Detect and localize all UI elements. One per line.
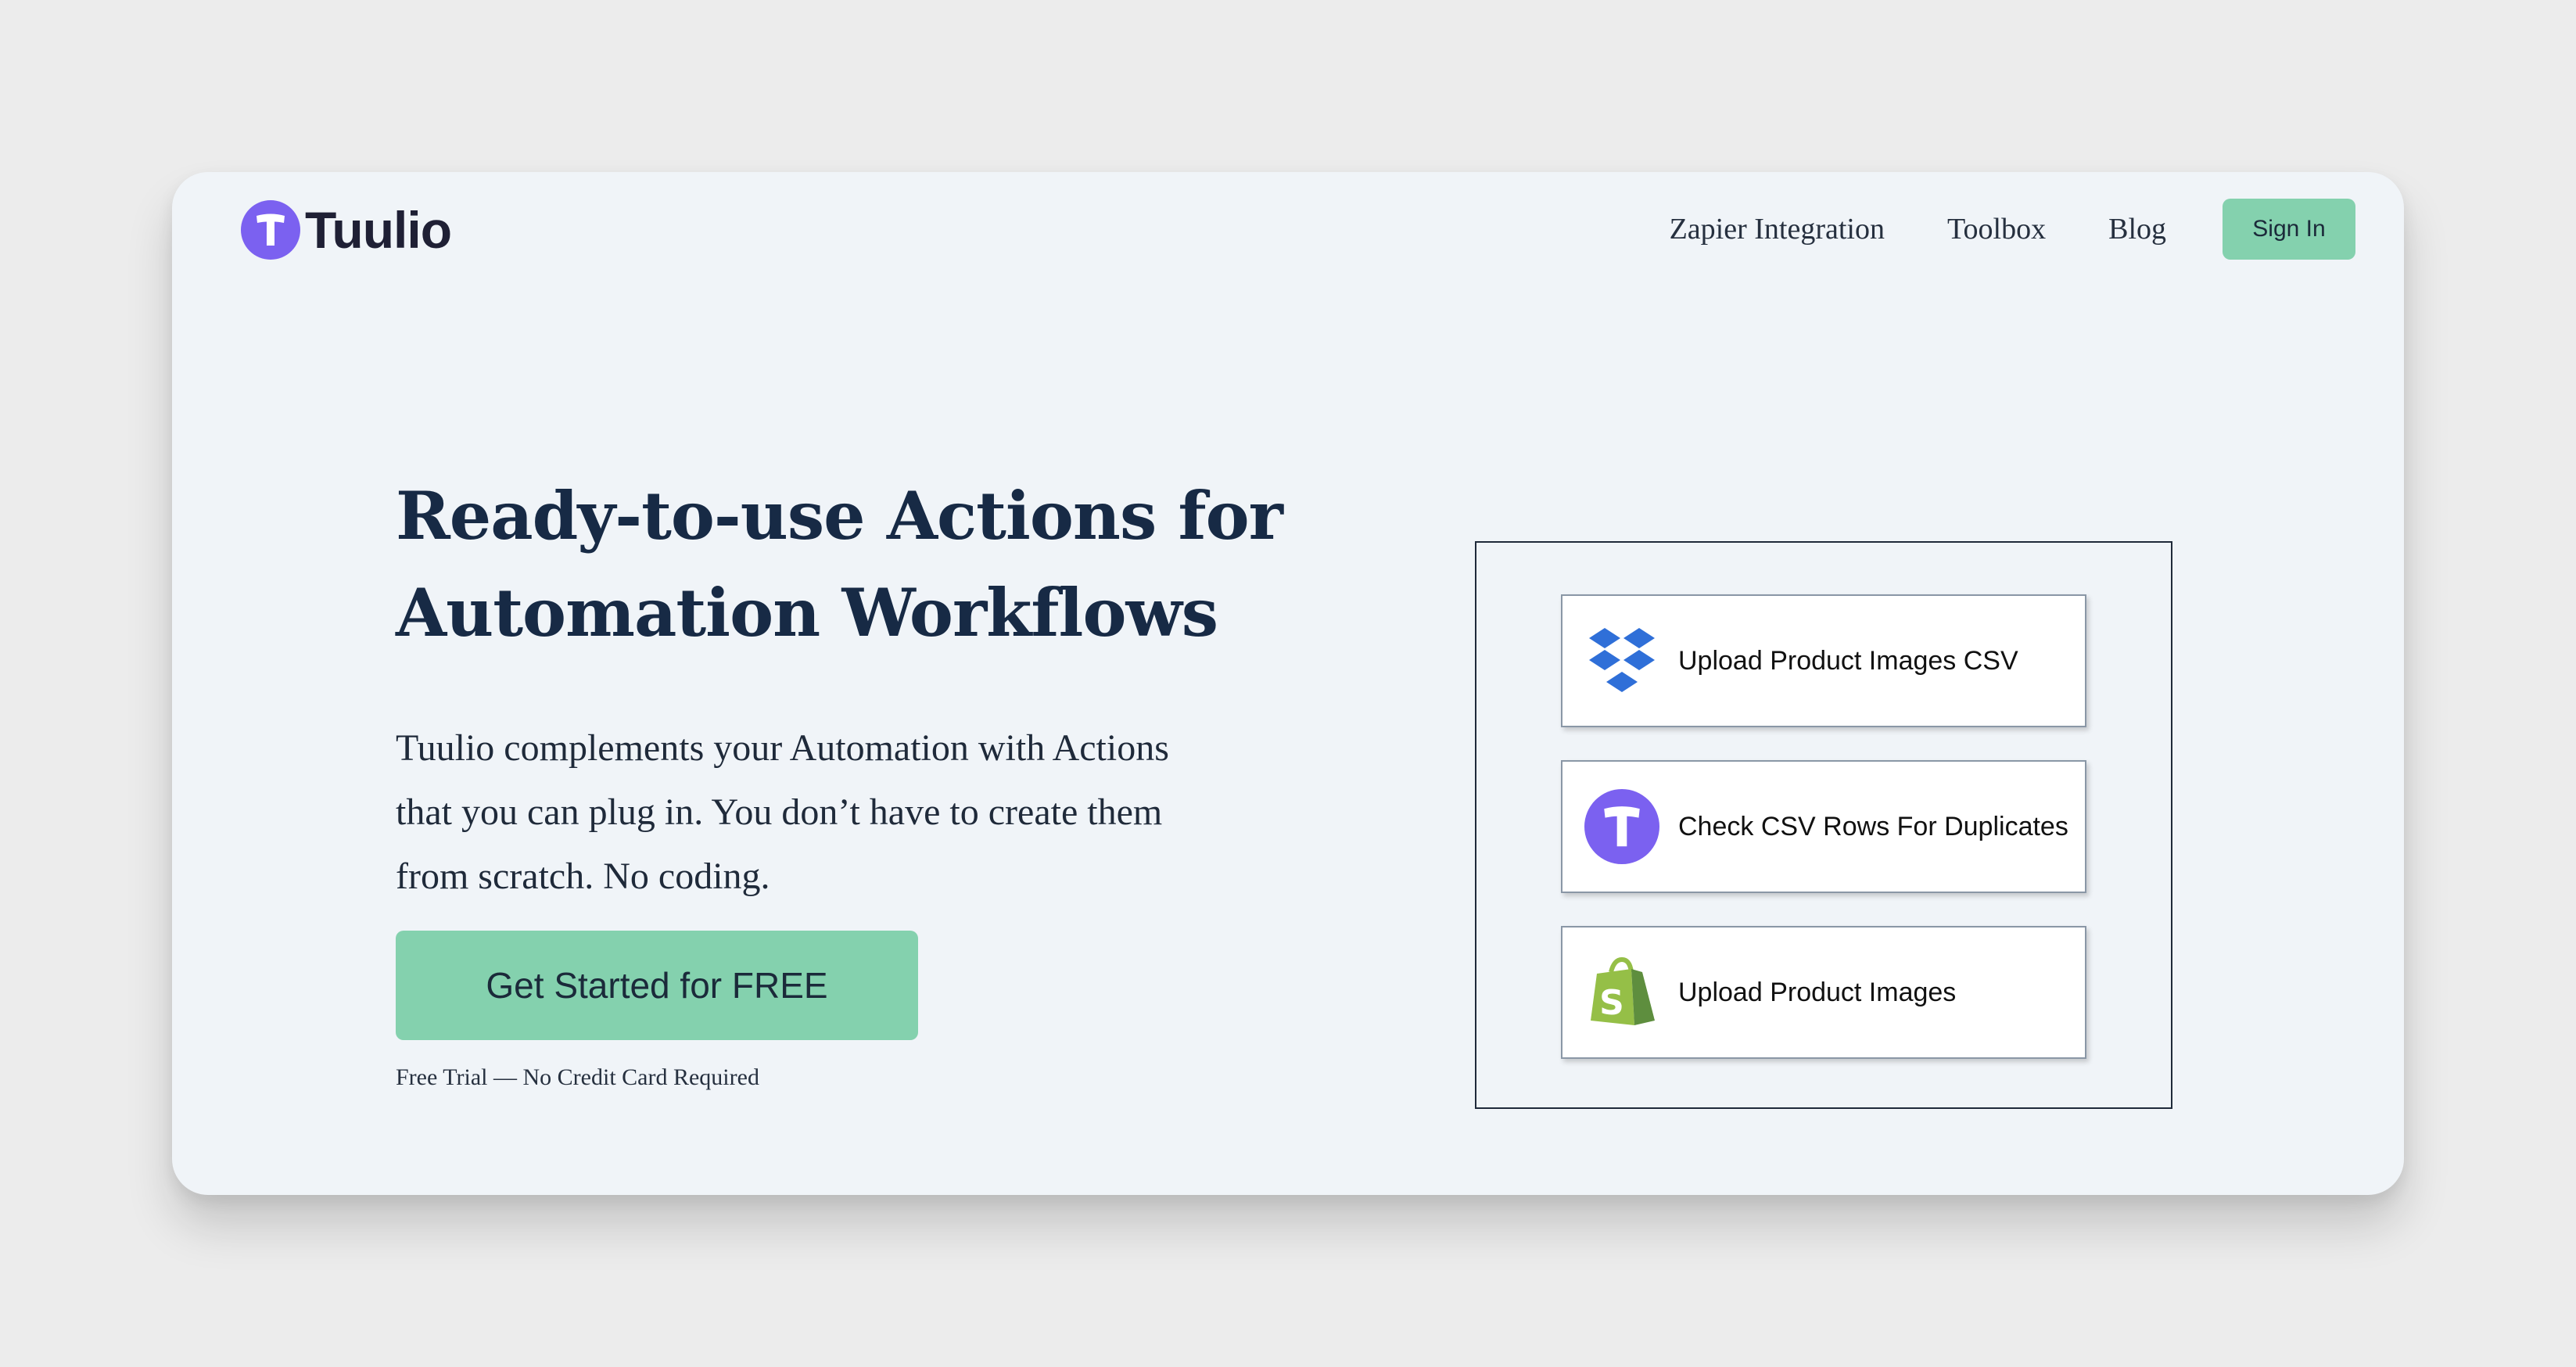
action-label: Upload Product Images CSV: [1678, 645, 2018, 676]
brand-name: Tuulio: [305, 201, 452, 259]
hero-card: Tuulio Zapier Integration Toolbox Blog S…: [172, 172, 2404, 1195]
actions-panel: Upload Product Images CSV Check CSV Rows…: [1475, 541, 2172, 1109]
logo[interactable]: Tuulio: [241, 199, 452, 261]
nav-link-blog[interactable]: Blog: [2108, 199, 2166, 260]
top-nav: Zapier Integration Toolbox Blog Sign In: [1670, 199, 2355, 260]
hero-subtext: Tuulio complements your Automation with …: [396, 727, 1169, 897]
action-label: Upload Product Images: [1678, 977, 1957, 1007]
sign-in-button[interactable]: Sign In: [2223, 199, 2355, 260]
free-trial-note: Free Trial — No Credit Card Required: [396, 1064, 759, 1090]
action-label: Check CSV Rows For Duplicates: [1678, 811, 2068, 841]
action-card-upload-product-images-csv[interactable]: Upload Product Images CSV: [1561, 594, 2086, 727]
get-started-button[interactable]: Get Started for FREE: [396, 931, 918, 1040]
tuulio-icon: [1584, 789, 1659, 864]
shopify-icon: S: [1591, 956, 1655, 1025]
hero-headline: Ready-to-use Actions for Automation Work…: [396, 477, 1283, 651]
action-card-check-csv-rows-for-duplicates[interactable]: Check CSV Rows For Duplicates: [1561, 760, 2086, 893]
action-card-upload-product-images[interactable]: S Upload Product Images: [1561, 926, 2086, 1059]
svg-text:S: S: [1599, 983, 1624, 1023]
tuulio-logo-icon: [241, 200, 300, 260]
nav-link-toolbox[interactable]: Toolbox: [1947, 199, 2046, 260]
nav-link-zapier-integration[interactable]: Zapier Integration: [1670, 199, 1885, 260]
dropbox-icon: [1589, 628, 1655, 692]
